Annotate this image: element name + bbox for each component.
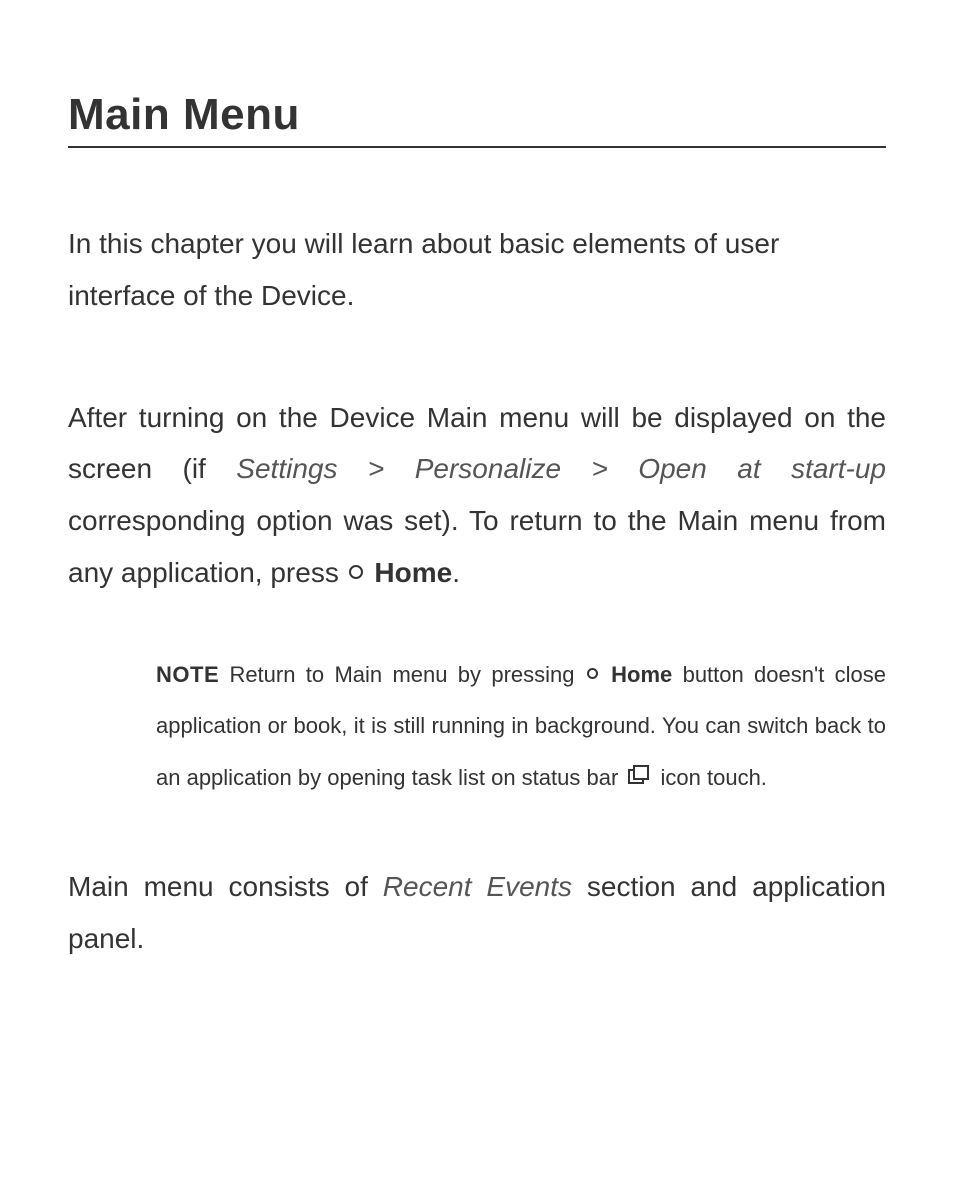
note-block: NOTE Return to Main menu by pressing Hom… [68, 649, 886, 806]
recent-events-label: Recent Events [383, 871, 572, 902]
settings-path: Settings > Personalize > Open at start-u… [236, 453, 886, 484]
home-button-icon [349, 565, 363, 579]
text-fragment: Return to Main menu by pressing [219, 662, 585, 687]
note-label: NOTE [156, 662, 219, 687]
home-label: Home [374, 557, 452, 588]
task-list-icon [628, 752, 650, 804]
main-paragraph-3: Main menu consists of Recent Events sect… [68, 861, 886, 965]
text-fragment: icon touch. [654, 765, 767, 790]
text-fragment: corresponding option was set). To return… [68, 505, 886, 588]
home-button-icon [587, 668, 598, 679]
main-paragraph-2: After turning on the Device Main menu wi… [68, 392, 886, 599]
text-fragment: . [452, 557, 460, 588]
home-label: Home [611, 662, 672, 687]
text-fragment: Main menu consists of [68, 871, 383, 902]
intro-paragraph: In this chapter you will learn about bas… [68, 218, 886, 322]
page-heading: Main Menu [68, 90, 886, 148]
